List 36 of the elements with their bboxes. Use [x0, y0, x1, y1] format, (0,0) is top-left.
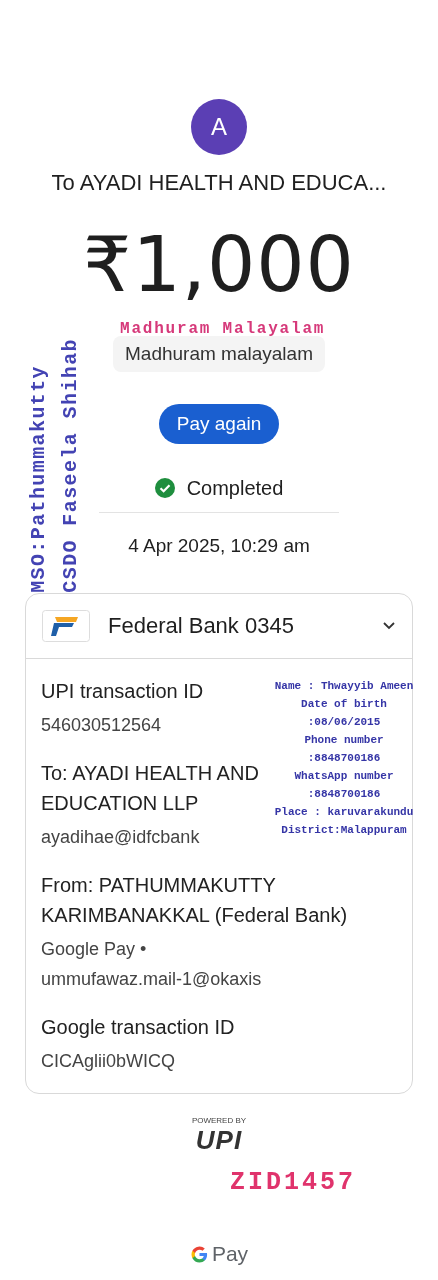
avatar: A [191, 99, 247, 155]
info-stamp-line: Date of birth [301, 697, 387, 712]
info-stamp-line: District:Malappuram [281, 823, 407, 838]
powered-by-label: POWERED BY [191, 1116, 247, 1126]
transaction-date: 4 Apr 2025, 10:29 am [128, 534, 310, 558]
info-stamp-line: Phone number [304, 733, 384, 748]
detail-label: To: AYADI HEALTH AND EDUCATION LLP [41, 761, 260, 816]
bank-logo-icon [42, 610, 90, 642]
chevron-icon[interactable] [382, 621, 396, 631]
detail-label: Google transaction ID [41, 1015, 235, 1040]
info-stamp-line: :8848700186 [307, 787, 381, 802]
amount: ₹1,000 [83, 220, 355, 310]
detail-value: Google Pay • ummufawaz.mail-1@okaxis [41, 938, 263, 991]
vertical-stamp-text: CSDO Faseela Shihab [60, 338, 81, 593]
note-stamp-text: Madhuram Malayalam [120, 320, 326, 338]
detail-value: 546030512564 [41, 714, 162, 737]
check-circle-icon [154, 478, 175, 498]
payee-title: To AYADI HEALTH AND EDUCA... [51, 169, 387, 197]
info-stamp-line: WhatsApp number [294, 769, 394, 784]
payment-note: Madhuram malayalam [113, 336, 325, 372]
info-stamp-line: :8848700186 [307, 751, 381, 766]
upi-logo: UPI [195, 1126, 243, 1154]
id-stamp-text: ZID1457 [230, 1168, 357, 1197]
vertical-stamp-text: MSO:Pathummakutty [28, 364, 49, 593]
info-stamp-line: Place : karuvarakundu [274, 805, 414, 820]
detail-label: From: PATHUMMAKUTTY KARIMBANAKKAL (Federal Bank) [41, 873, 349, 928]
info-stamp-line: :08/06/2015 [307, 715, 381, 730]
brand-label: Pay [211, 1242, 249, 1266]
bank-account: Federal Bank 0345 [108, 613, 295, 639]
pay-again-button[interactable]: Pay again [158, 404, 280, 444]
detail-value: CICAglii0bWICQ [41, 1050, 176, 1073]
detail-value: ayadihae@idfcbank [41, 826, 200, 849]
status-label: Completed [186, 476, 284, 500]
info-stamp-line: Name : Thwayyib Ameen [274, 679, 414, 694]
detail-label: UPI transaction ID [41, 679, 204, 704]
google-g-icon [189, 1244, 209, 1264]
